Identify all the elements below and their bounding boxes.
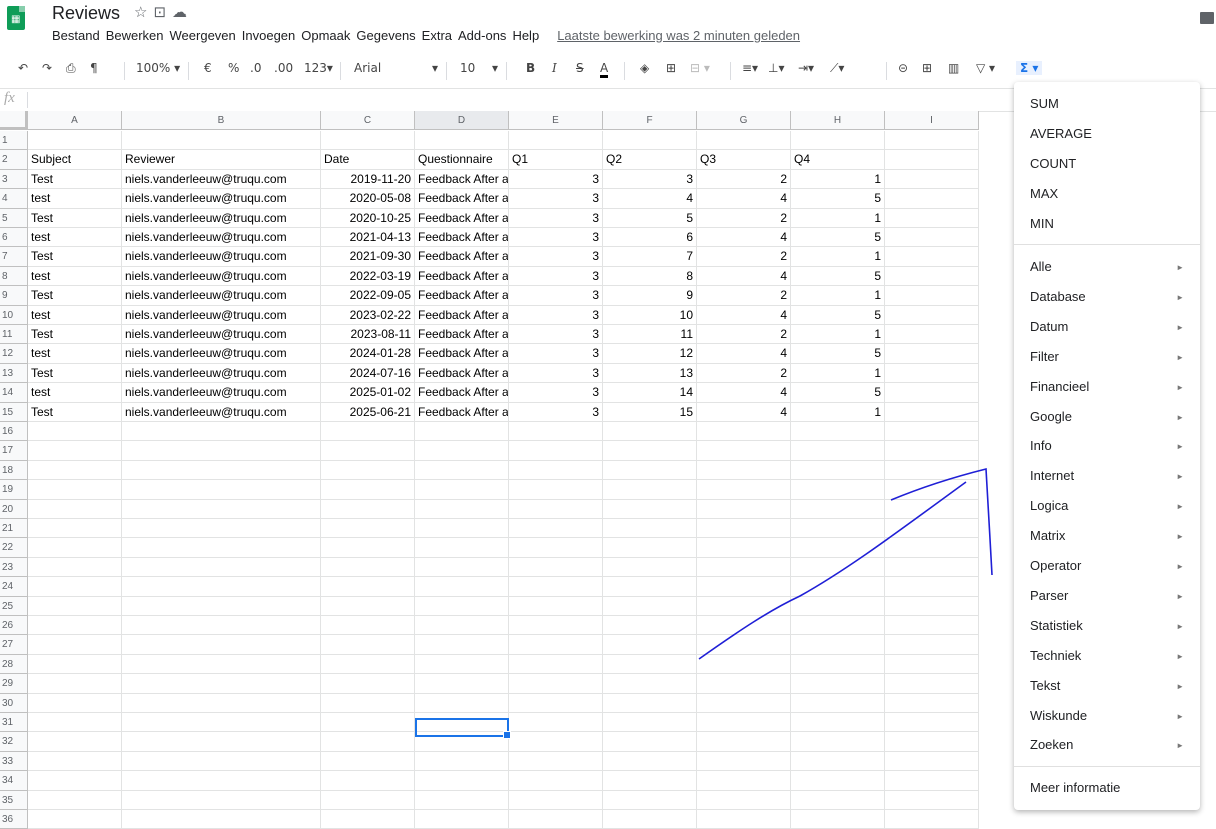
function-category-label: Zoeken [1030, 737, 1074, 753]
submenu-arrow-icon: ► [1176, 562, 1184, 571]
function-category-label: Operator [1030, 558, 1082, 573]
function-category-label: Info [1030, 438, 1052, 454]
more-info-link[interactable]: Meer informatie [1030, 780, 1120, 795]
menu-divider [1014, 766, 1200, 767]
submenu-arrow-icon: ► [1176, 382, 1184, 392]
submenu-arrow-icon: ► [1176, 502, 1184, 512]
function-category-techniek[interactable]: Techniek ► [1030, 648, 1184, 663]
submenu-arrow-icon: ► [1176, 263, 1184, 272]
functions-dropdown-menu: SUM AVERAGE COUNT MAX MIN Alle ► Database ► Datum… [1014, 82, 1200, 810]
function-category-logica[interactable]: Logica ► [1030, 498, 1184, 513]
submenu-arrow-icon: ► [1176, 442, 1184, 452]
function-category-label: Financieel [1030, 378, 1090, 394]
function-category-filter[interactable]: Filter ► [1030, 349, 1184, 364]
function-category-alle[interactable]: Alle ► [1030, 259, 1184, 274]
submenu-arrow-icon: ► [1176, 681, 1184, 691]
submenu-arrow-icon: ► [1176, 322, 1184, 332]
submenu-arrow-icon: ► [1176, 711, 1184, 721]
function-category-database[interactable]: Database ► [1030, 289, 1184, 304]
function-sum[interactable]: SUM [1030, 96, 1059, 111]
function-category-label: Tekst [1030, 677, 1061, 693]
function-category-info[interactable]: Info ► [1030, 438, 1184, 453]
function-category-matrix[interactable]: Matrix ► [1030, 528, 1184, 543]
function-category-wiskunde[interactable]: Wiskunde ► [1030, 708, 1184, 723]
function-category-label: Matrix [1030, 528, 1066, 544]
function-max[interactable]: MAX [1030, 186, 1058, 201]
submenu-arrow-icon: ► [1176, 412, 1184, 422]
function-category-label: Wiskunde [1030, 707, 1088, 723]
menu-divider [1014, 244, 1200, 245]
submenu-arrow-icon: ► [1176, 352, 1184, 362]
function-category-internet[interactable]: Internet ► [1030, 468, 1184, 483]
function-average[interactable]: AVERAGE [1030, 126, 1092, 141]
submenu-arrow-icon: ► [1176, 591, 1184, 601]
function-category-label: Logica [1030, 498, 1069, 514]
submenu-arrow-icon: ► [1176, 532, 1184, 542]
function-category-label: Alle [1030, 259, 1052, 274]
submenu-arrow-icon: ► [1176, 741, 1184, 751]
function-category-label: Parser [1030, 587, 1069, 603]
submenu-arrow-icon: ► [1176, 472, 1184, 482]
function-count[interactable]: COUNT [1030, 156, 1076, 171]
submenu-arrow-icon: ► [1176, 292, 1184, 302]
function-category-label: Internet [1030, 468, 1075, 484]
submenu-arrow-icon: ► [1176, 651, 1184, 661]
function-category-zoeken[interactable]: Zoeken ► [1030, 737, 1184, 752]
function-category-datum[interactable]: Datum ► [1030, 319, 1184, 334]
function-category-label: Statistiek [1030, 617, 1083, 633]
function-category-statistiek[interactable]: Statistiek ► [1030, 618, 1184, 633]
function-category-google[interactable]: Google ► [1030, 409, 1184, 424]
function-category-financieel[interactable]: Financieel ► [1030, 379, 1184, 394]
function-category-parser[interactable]: Parser ► [1030, 588, 1184, 603]
function-category-label: Filter [1030, 348, 1059, 364]
function-category-label: Datum [1030, 318, 1069, 334]
function-category-label: Database [1030, 288, 1086, 304]
function-category-operator[interactable]: Operator ► [1030, 558, 1184, 573]
function-category-label: Google [1030, 408, 1072, 424]
function-min[interactable]: MIN [1030, 216, 1054, 231]
function-category-tekst[interactable]: Tekst ► [1030, 678, 1184, 693]
function-category-label: Techniek [1030, 647, 1082, 663]
submenu-arrow-icon: ► [1176, 621, 1184, 631]
